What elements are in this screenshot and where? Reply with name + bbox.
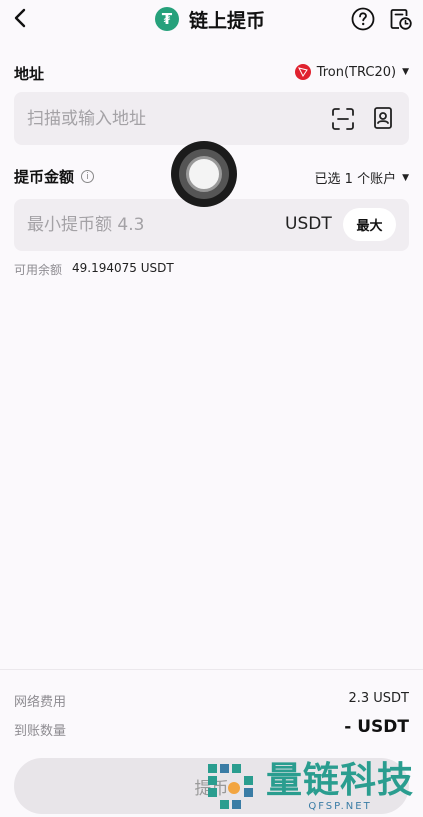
account-selector[interactable]: 已选 1 个账户 ▼ bbox=[315, 168, 409, 187]
header-bar: ₮ 链上提币 bbox=[0, 0, 423, 38]
scan-icon[interactable] bbox=[331, 107, 355, 131]
title-group: ₮ 链上提币 bbox=[155, 5, 265, 33]
divider bbox=[0, 669, 423, 670]
available-balance: 可用余额 49.194075 USDT bbox=[14, 261, 174, 278]
available-balance-value: 49.194075 USDT bbox=[72, 261, 174, 275]
help-icon[interactable] bbox=[351, 7, 375, 31]
amount-unit: USDT bbox=[285, 214, 332, 234]
watermark-logo-icon bbox=[204, 760, 258, 814]
network-name: Tron(TRC20) bbox=[316, 64, 397, 80]
address-book-icon[interactable] bbox=[371, 106, 395, 130]
amount-field: USDT 最大 bbox=[14, 199, 409, 251]
receive-amount-value: - USDT bbox=[344, 717, 409, 737]
caret-down-icon: ▼ bbox=[402, 67, 409, 77]
touch-indicator bbox=[171, 141, 237, 207]
network-fee-value: 2.3 USDT bbox=[348, 691, 409, 706]
amount-label-group: 提币金额 i bbox=[14, 166, 95, 187]
back-icon[interactable] bbox=[9, 6, 31, 30]
address-label: 地址 bbox=[14, 65, 45, 83]
usdt-coin-icon: ₮ bbox=[155, 7, 179, 31]
info-icon[interactable]: i bbox=[81, 170, 95, 183]
watermark: 量链科技 QFSP.NET bbox=[204, 756, 423, 817]
caret-down-icon: ▼ bbox=[402, 172, 409, 183]
amount-label: 提币金额 bbox=[14, 168, 75, 186]
receive-amount-label: 到账数量 bbox=[14, 724, 67, 739]
available-balance-label: 可用余额 bbox=[14, 263, 63, 277]
address-field bbox=[14, 92, 409, 145]
network-fee-label: 网络费用 bbox=[14, 695, 67, 710]
history-icon[interactable] bbox=[389, 7, 413, 31]
max-button[interactable]: 最大 bbox=[343, 208, 396, 241]
address-input[interactable] bbox=[27, 92, 317, 145]
tron-icon bbox=[294, 64, 311, 80]
account-selector-label: 已选 1 个账户 bbox=[314, 172, 397, 187]
watermark-name: 量链科技 bbox=[266, 760, 415, 801]
amount-input[interactable] bbox=[27, 199, 257, 251]
network-selector[interactable]: Tron(TRC20) ▼ bbox=[294, 64, 409, 80]
page-title: 链上提币 bbox=[189, 9, 266, 32]
watermark-site: QFSP.NET bbox=[308, 801, 372, 812]
